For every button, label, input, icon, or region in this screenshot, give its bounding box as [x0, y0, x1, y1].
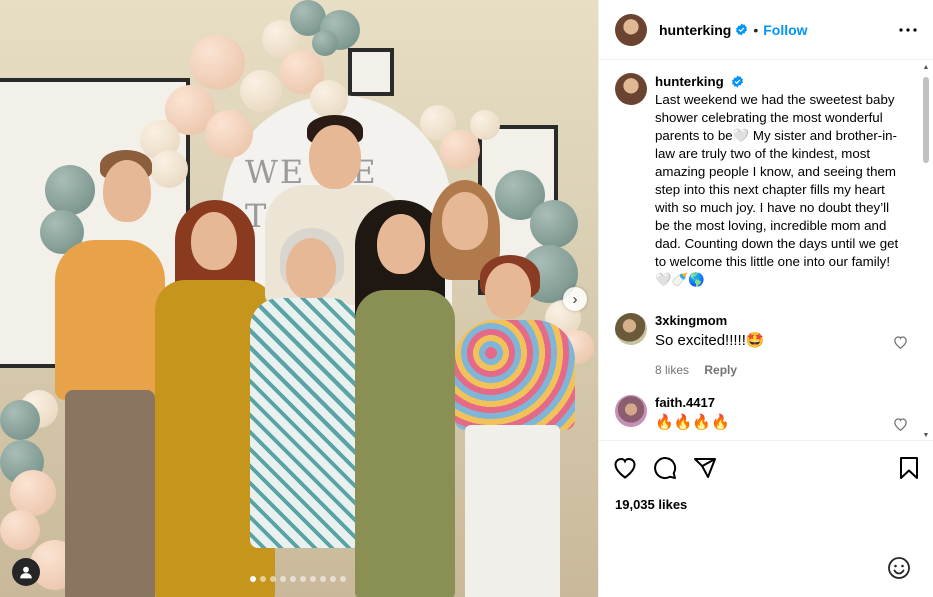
- likes-count[interactable]: 19,035 likes: [613, 497, 920, 512]
- carousel-dot: [260, 576, 266, 582]
- verified-badge-icon: [732, 75, 744, 88]
- share-icon: [694, 458, 716, 478]
- carousel-dot: [280, 576, 286, 582]
- comment-icon: [654, 457, 677, 480]
- scrollbar-thumb[interactable]: [923, 77, 929, 163]
- save-button[interactable]: [898, 456, 920, 480]
- author-username[interactable]: hunterking: [659, 22, 731, 38]
- scroll-up-arrow-icon[interactable]: ▲: [921, 63, 931, 73]
- commenter-username[interactable]: faith.4417: [655, 395, 730, 411]
- tagged-users-button[interactable]: [12, 558, 40, 586]
- carousel-indicator: [250, 576, 346, 582]
- commenter-avatar[interactable]: [615, 313, 647, 345]
- caption-text-block: hunterking Last weekend we had the sweet…: [655, 73, 907, 289]
- reply-button[interactable]: Reply: [704, 363, 737, 377]
- post-header: hunterking • Follow: [599, 0, 933, 60]
- heart-icon: [614, 457, 636, 479]
- comment-item: faith.4417 🔥🔥🔥🔥: [599, 395, 933, 433]
- post-caption: hunterking Last weekend we had the sweet…: [599, 61, 933, 289]
- carousel-dot: [250, 576, 256, 582]
- comment-item: 3xkingmom So excited!!!!!🤩 8 likes Reply: [599, 313, 933, 377]
- carousel-next-button[interactable]: ›: [563, 287, 587, 311]
- commenter-username[interactable]: 3xkingmom: [655, 313, 765, 329]
- caption-body: Last weekend we had the sweetest baby sh…: [655, 92, 899, 287]
- carousel-dot: [310, 576, 316, 582]
- carousel-dot: [270, 576, 276, 582]
- post-media[interactable]: WE WE TO TH: [0, 0, 598, 597]
- comment-heart-icon[interactable]: [893, 417, 908, 431]
- post-side-panel: hunterking • Follow hunterking Last week…: [598, 0, 933, 597]
- carousel-dot: [320, 576, 326, 582]
- like-button[interactable]: [613, 457, 637, 479]
- caption-username[interactable]: hunterking: [655, 74, 724, 89]
- share-button[interactable]: [693, 456, 717, 480]
- wall-picture-top: [348, 48, 394, 96]
- comment-heart-icon[interactable]: [893, 335, 908, 349]
- comment-text: So excited!!!!!🤩: [655, 332, 765, 349]
- author-avatar[interactable]: [615, 13, 647, 46]
- comment-meta: 8 likes Reply: [655, 363, 765, 377]
- follow-button[interactable]: Follow: [763, 22, 807, 38]
- action-bar: [613, 455, 920, 481]
- comments-section[interactable]: hunterking Last weekend we had the sweet…: [599, 61, 933, 439]
- carousel-dot: [340, 576, 346, 582]
- post-actions: 19,035 likes: [599, 440, 933, 512]
- bookmark-icon: [900, 457, 918, 479]
- comments-scrollbar[interactable]: ▲ ▼: [921, 63, 931, 441]
- comment-text: 🔥🔥🔥🔥: [655, 414, 730, 431]
- commenter-avatar[interactable]: [615, 395, 647, 427]
- comment-button[interactable]: [653, 456, 677, 480]
- caption-author-avatar[interactable]: [615, 73, 647, 105]
- chevron-right-icon: ›: [572, 290, 578, 308]
- carousel-dot: [330, 576, 336, 582]
- more-options-icon[interactable]: [899, 22, 917, 38]
- emoji-icon[interactable]: [887, 556, 911, 580]
- verified-badge-icon: [736, 23, 748, 36]
- user-tag-icon: [20, 566, 32, 579]
- carousel-dot: [290, 576, 296, 582]
- comment-likes[interactable]: 8 likes: [655, 363, 689, 377]
- header-separator: •: [753, 21, 759, 38]
- carousel-dot: [300, 576, 306, 582]
